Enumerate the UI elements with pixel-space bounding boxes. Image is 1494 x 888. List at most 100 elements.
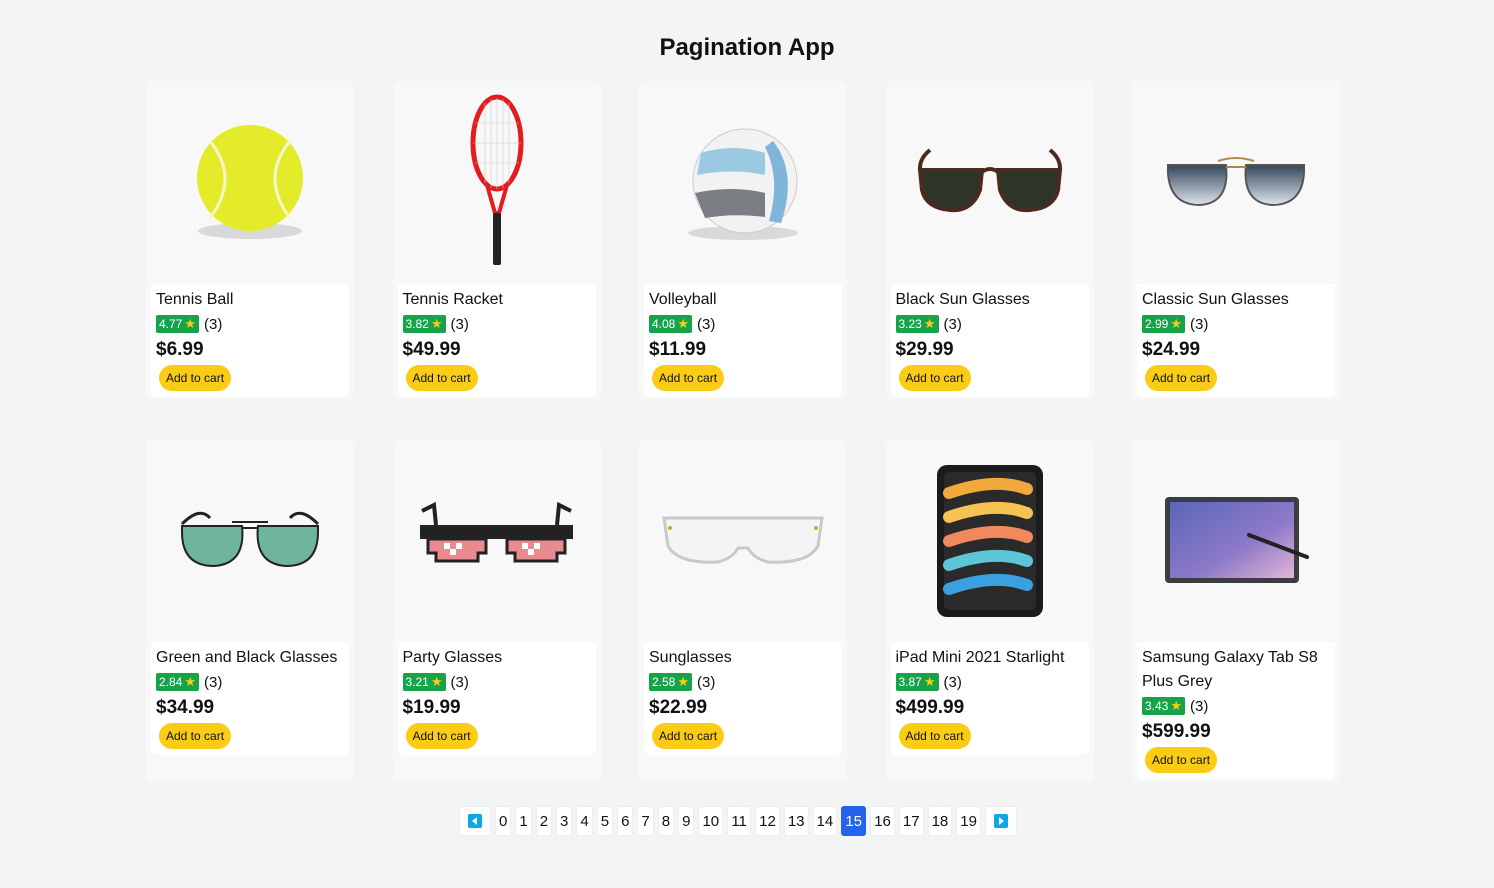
volleyball-icon [644, 81, 842, 284]
sunglasses-icon [644, 439, 842, 642]
page-button-3[interactable]: 3 [556, 806, 573, 836]
product-name[interactable]: Volleyball [649, 288, 837, 312]
add-to-cart-button[interactable]: Add to cart [1145, 365, 1218, 391]
star-icon: ★ [923, 316, 936, 331]
star-icon: ★ [184, 316, 197, 331]
next-page-button[interactable] [984, 806, 1017, 836]
rating-count: (3) [943, 673, 962, 691]
rating-badge: 3.43 ★ [1142, 697, 1186, 715]
rating-badge: 3.82 ★ [402, 315, 446, 333]
page-button-5[interactable]: 5 [596, 806, 614, 836]
triangle-left-icon [468, 814, 482, 828]
rating: 3.23 ★ (3) [895, 312, 1084, 336]
page-button-0[interactable]: 0 [495, 806, 512, 836]
party-glasses-icon [398, 439, 596, 642]
rating-badge: 2.99 ★ [1142, 315, 1186, 333]
product-price: $11.99 [649, 339, 707, 360]
product-card: Black Sun Glasses 3.23 ★ (3) $29.99 Add t… [885, 81, 1094, 399]
page-button-15-current[interactable]: 15 [841, 806, 867, 836]
page-button-13[interactable]: 13 [783, 806, 809, 836]
rating-count: (3) [1190, 315, 1209, 333]
galaxy-tab-icon [1137, 439, 1335, 642]
rating-badge: 2.84 ★ [156, 673, 200, 691]
product-name[interactable]: Black Sun Glasses [896, 288, 1084, 312]
star-icon: ★ [184, 674, 197, 689]
rating: 4.77 ★ (3) [156, 312, 344, 336]
product-price: $49.99 [402, 339, 461, 360]
page-button-1[interactable]: 1 [515, 806, 532, 836]
rating-badge: 3.21 ★ [402, 673, 446, 691]
product-name[interactable]: Tennis Ball [156, 288, 344, 312]
tennis-ball-icon [151, 81, 349, 284]
star-icon: ★ [677, 316, 690, 331]
page-button-6[interactable]: 6 [617, 806, 634, 836]
add-to-cart-button[interactable]: Add to cart [898, 365, 971, 391]
rating: 3.21 ★ (3) [402, 670, 591, 694]
page-button-16[interactable]: 16 [870, 806, 895, 836]
product-card: Volleyball 4.08 ★ (3) $11.99 Add to cart [639, 81, 847, 399]
page-button-18[interactable]: 18 [927, 806, 953, 836]
add-to-cart-button[interactable]: Add to cart [405, 723, 478, 749]
product-price: $29.99 [895, 339, 954, 360]
page-button-10[interactable]: 10 [698, 806, 724, 836]
product-grid: Tennis Ball 4.77★ (3) $6.99 Add to cart [146, 81, 1340, 782]
rating-badge: 3.23 ★ [895, 315, 939, 333]
product-name[interactable]: Party Glasses [403, 646, 591, 670]
ipad-mini-icon [891, 439, 1089, 642]
product-card: Green and Black Glasses 2.84 ★ (3) $34.99… [146, 439, 354, 782]
rating: 4.08 ★ (3) [649, 312, 837, 336]
rating-badge: 4.77 ★ [156, 315, 200, 333]
page-button-9[interactable]: 9 [678, 806, 695, 836]
rating-badge: 2.58 ★ [649, 673, 693, 691]
rating: 3.82 ★ (3) [402, 312, 591, 336]
add-to-cart-button[interactable]: Add to cart [1145, 747, 1218, 773]
rating: 3.43 ★ (3) [1142, 694, 1330, 718]
product-card: Tennis Racket 3.82 ★ (3) $49.99 Add to ca… [392, 81, 601, 399]
product-name[interactable]: Sunglasses [649, 646, 837, 670]
add-to-cart-button[interactable]: Add to cart [652, 365, 725, 391]
add-to-cart-button[interactable]: Add to cart [652, 723, 725, 749]
prev-page-button[interactable] [459, 806, 491, 836]
page-title: Pagination App [659, 34, 835, 61]
product-name[interactable]: Tennis Racket [403, 288, 591, 312]
add-to-cart-button[interactable]: Add to cart [159, 365, 232, 391]
rating: 2.84 ★ (3) [156, 670, 344, 694]
page-button-2[interactable]: 2 [535, 806, 553, 836]
star-icon: ★ [1170, 316, 1183, 331]
product-card: Party Glasses 3.21 ★ (3) $19.99 Add to ca… [392, 439, 601, 782]
page-button-7[interactable]: 7 [637, 806, 654, 836]
star-icon: ★ [430, 674, 443, 689]
product-price: $499.99 [895, 697, 965, 718]
product-card: Classic Sun Glasses 2.99 ★ (3) $24.99 Add… [1132, 81, 1340, 399]
product-price: $22.99 [649, 697, 708, 718]
product-price: $6.99 [156, 339, 204, 360]
rating: 2.58 ★ (3) [649, 670, 837, 694]
product-name[interactable]: Classic Sun Glasses [1142, 288, 1330, 312]
add-to-cart-button[interactable]: Add to cart [159, 723, 232, 749]
product-name[interactable]: Green and Black Glasses [156, 646, 344, 670]
black-sun-glasses-icon [891, 81, 1089, 284]
page-button-19[interactable]: 19 [956, 806, 981, 836]
product-price: $34.99 [156, 697, 215, 718]
add-to-cart-button[interactable]: Add to cart [405, 365, 478, 391]
rating: 3.87 ★ (3) [895, 670, 1084, 694]
page-button-8[interactable]: 8 [657, 806, 675, 836]
classic-sun-glasses-icon [1137, 81, 1335, 284]
rating-count: (3) [204, 315, 223, 333]
add-to-cart-button[interactable]: Add to cart [898, 723, 971, 749]
rating-count: (3) [697, 315, 716, 333]
page-button-11[interactable]: 11 [727, 806, 752, 836]
product-name[interactable]: Samsung Galaxy Tab S8 Plus Grey [1142, 646, 1330, 694]
rating: 2.99 ★ (3) [1142, 312, 1330, 336]
product-name[interactable]: iPad Mini 2021 Starlight [896, 646, 1084, 670]
rating-count: (3) [450, 315, 469, 333]
page-button-12[interactable]: 12 [755, 806, 780, 836]
rating-badge: 3.87 ★ [895, 673, 939, 691]
green-black-glasses-icon [151, 439, 349, 642]
product-price: $24.99 [1142, 339, 1201, 360]
product-card: Sunglasses 2.58 ★ (3) $22.99 Add to cart [639, 439, 847, 782]
rating-count: (3) [204, 673, 223, 691]
page-button-14[interactable]: 14 [812, 806, 838, 836]
page-button-17[interactable]: 17 [898, 806, 924, 836]
page-button-4[interactable]: 4 [576, 806, 593, 836]
